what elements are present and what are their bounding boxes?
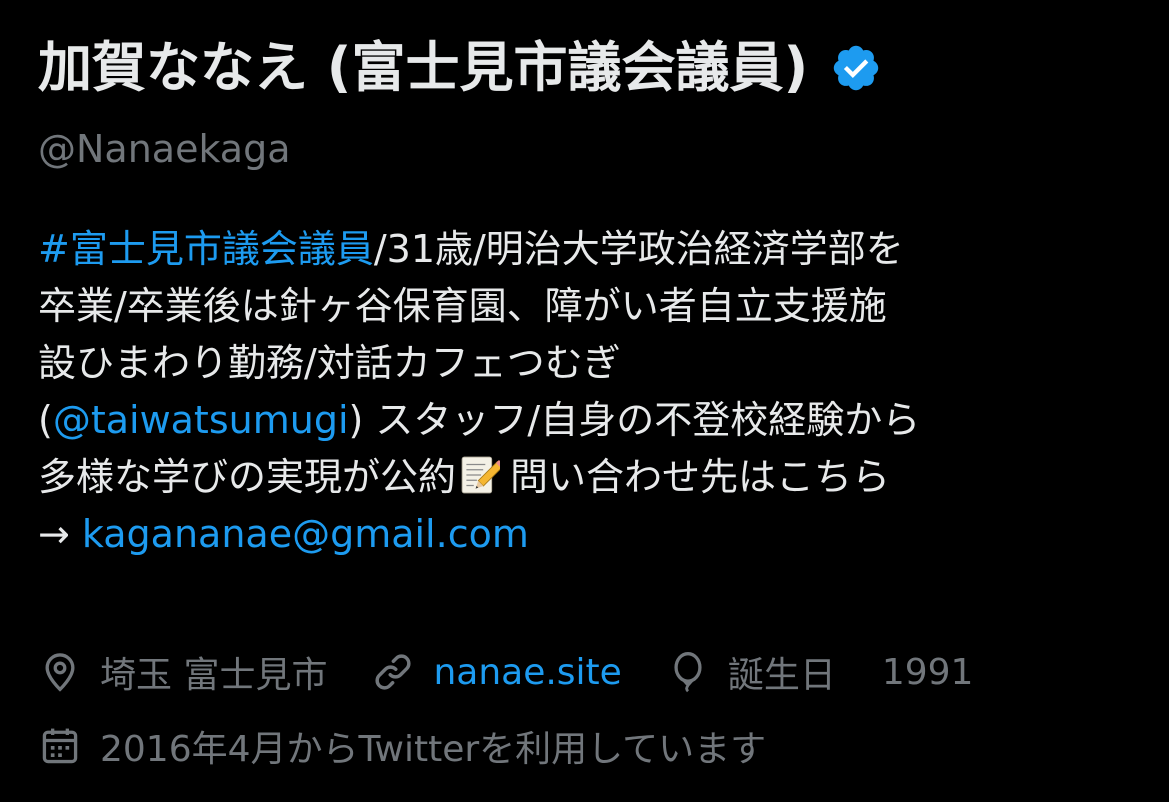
calendar-icon — [42, 728, 78, 764]
bio-line: (@taiwatsumugi) スタッフ/自身の不登校経験から — [38, 392, 1148, 449]
memo-emoji-icon — [461, 456, 501, 494]
bio-text: /31歳/明治大学政治経済学部を — [373, 227, 904, 271]
bio-line: 多様な学びの実現が公約 問い合わせ先はこちら — [38, 449, 1148, 506]
bio-text: ( — [38, 398, 53, 442]
verified-badge-icon[interactable] — [830, 42, 882, 94]
website-link[interactable]: nanae.site — [433, 652, 621, 693]
bio-line: 卒業/卒業後は針ヶ谷保育園、障がい者自立支援施 — [38, 278, 1148, 335]
bio-text: 設ひまわり勤務/対話カフェつむぎ — [38, 341, 621, 385]
hashtag-link[interactable]: #富士見市議会議員 — [38, 227, 374, 271]
location-item: 埼玉 富士見市 — [38, 646, 327, 698]
email-link[interactable]: kagananae@gmail.com — [82, 512, 529, 556]
display-name: 加賀ななえ (富士見市議会議員) — [38, 36, 809, 99]
user-handle: @Nanaekaga — [38, 127, 291, 171]
joined-item: 2016年4月からTwitterを利用しています — [38, 720, 766, 772]
birthday-label: 誕生日 — [727, 655, 836, 696]
bio-text: 卒業/卒業後は針ヶ谷保育園、障がい者自立支援施 — [38, 284, 887, 328]
birthday-year: 1991 — [881, 651, 974, 693]
arrow-text: → — [38, 512, 82, 556]
profile-bio: #富士見市議会議員/31歳/明治大学政治経済学部を 卒業/卒業後は針ヶ谷保育園、… — [38, 221, 1148, 563]
bio-line: 設ひまわり勤務/対話カフェつむぎ — [38, 335, 1148, 392]
mention-link[interactable]: @taiwatsumugi — [53, 398, 349, 442]
location-pin-icon — [45, 653, 75, 692]
bio-text: ) スタッフ/自身の不登校経験から — [348, 398, 921, 442]
bio-line: #富士見市議会議員/31歳/明治大学政治経済学部を — [38, 221, 1148, 278]
joined-text: 2016年4月からTwitterを利用しています — [100, 729, 767, 770]
name-row: 加賀ななえ (富士見市議会議員) — [38, 30, 882, 106]
balloon-icon — [674, 652, 702, 693]
bio-text: 問い合わせ先はこちら — [510, 455, 891, 499]
website-item[interactable]: nanae.site — [371, 650, 622, 694]
location-text: 埼玉 富士見市 — [100, 655, 328, 696]
link-icon — [375, 654, 411, 690]
bio-line: → kagananae@gmail.com — [38, 506, 1148, 563]
profile-meta-row: 2016年4月からTwitterを利用しています — [38, 718, 810, 774]
birthday-item: 誕生日 1991 — [666, 646, 974, 698]
bio-text: 多様な学びの実現が公約 — [38, 455, 457, 499]
profile-meta-row: 埼玉 富士見市 nanae.site 誕生日 1991 — [38, 644, 1017, 700]
